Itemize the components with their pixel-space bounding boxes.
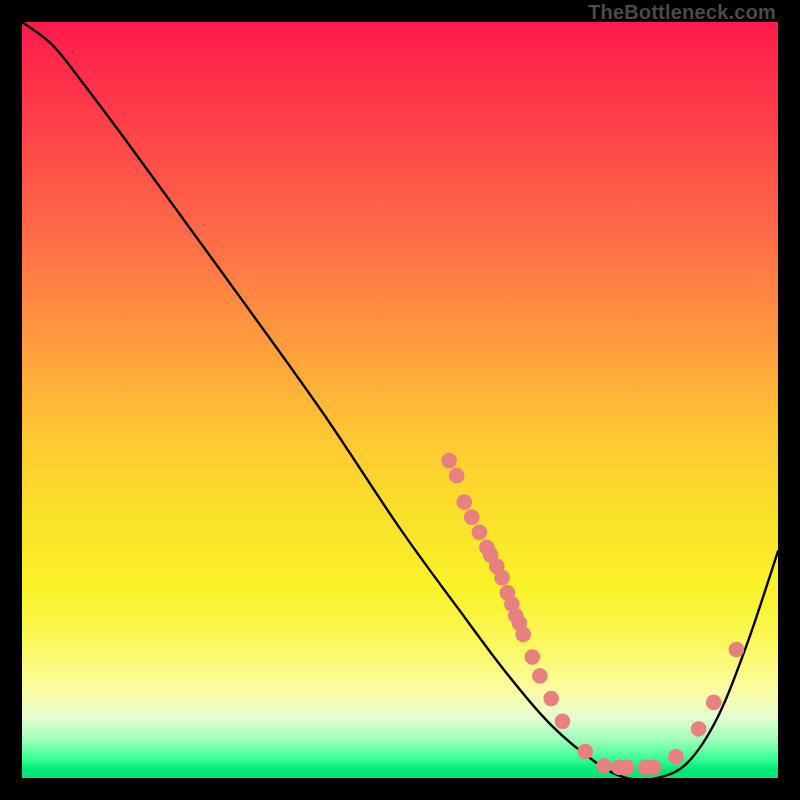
curve-marker xyxy=(543,691,559,707)
curve-marker xyxy=(729,642,745,658)
curve-svg xyxy=(22,22,778,778)
bottleneck-curve xyxy=(22,22,778,778)
curve-marker xyxy=(457,494,473,510)
curve-marker xyxy=(449,468,465,484)
curve-marker xyxy=(646,760,662,776)
curve-marker xyxy=(691,721,707,737)
curve-marker xyxy=(494,570,510,586)
curve-marker xyxy=(596,758,612,774)
curve-marker xyxy=(441,453,457,469)
chart-stage: TheBottleneck.com xyxy=(0,0,800,800)
curve-marker xyxy=(668,749,684,765)
curve-marker xyxy=(555,714,571,730)
curve-marker xyxy=(619,760,635,776)
curve-marker xyxy=(525,649,541,665)
curve-marker xyxy=(472,525,488,541)
curve-marker xyxy=(515,627,531,643)
curve-markers xyxy=(441,453,744,776)
curve-marker xyxy=(706,695,722,711)
curve-marker xyxy=(577,744,593,760)
plot-area xyxy=(22,22,778,778)
curve-marker xyxy=(532,668,548,684)
curve-marker xyxy=(464,509,480,525)
